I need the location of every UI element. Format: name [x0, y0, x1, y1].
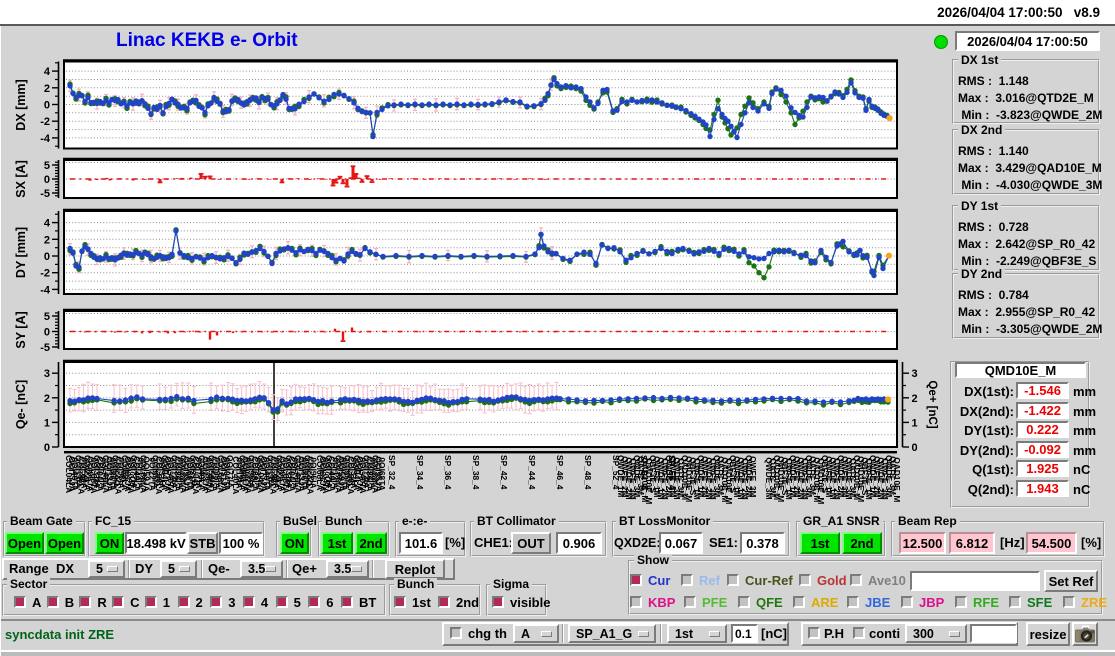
- svg-text:SP_32_4: SP_32_4: [387, 455, 397, 490]
- svg-text:QAD10E_M: QAD10E_M: [892, 457, 902, 502]
- svg-text:5: 5: [44, 160, 50, 172]
- svg-text:SP_38_4: SP_38_4: [471, 455, 481, 490]
- svg-text:0: 0: [44, 174, 50, 186]
- svg-text:-4: -4: [40, 284, 51, 296]
- svg-text:SY [A]: SY [A]: [14, 311, 28, 348]
- svg-text:QWFE_3M: QWFE_3M: [748, 456, 758, 497]
- svg-text:SP_48_4: SP_48_4: [583, 455, 593, 490]
- svg-text:SX [A]: SX [A]: [14, 160, 28, 198]
- svg-text:SP_34_4: SP_34_4: [415, 455, 425, 490]
- svg-text:1: 1: [912, 417, 918, 429]
- svg-text:SP_44_4: SP_44_4: [527, 455, 537, 490]
- svg-text:DY [mm]: DY [mm]: [14, 227, 28, 278]
- svg-text:1: 1: [44, 417, 50, 429]
- svg-text:-5: -5: [40, 188, 50, 200]
- svg-text:-2: -2: [40, 268, 50, 280]
- svg-text:0: 0: [912, 442, 918, 454]
- svg-text:DX [mm]: DX [mm]: [14, 79, 28, 130]
- svg-text:0: 0: [44, 442, 50, 454]
- svg-text:2: 2: [44, 234, 50, 246]
- svg-text:-4: -4: [40, 133, 51, 145]
- svg-text:3: 3: [912, 368, 918, 380]
- svg-text:4: 4: [44, 66, 51, 78]
- svg-text:3: 3: [44, 368, 50, 380]
- svg-text:Qe- [nC]: Qe- [nC]: [14, 380, 28, 429]
- svg-text:SP_46_4: SP_46_4: [555, 455, 565, 490]
- svg-text:2: 2: [912, 393, 918, 405]
- svg-text:SP_42_4: SP_42_4: [499, 455, 509, 490]
- svg-text:Qe+ [nC]: Qe+ [nC]: [926, 380, 938, 428]
- svg-text:5: 5: [44, 311, 50, 323]
- svg-text:4: 4: [44, 218, 51, 230]
- svg-text:2: 2: [44, 393, 50, 405]
- svg-text:0: 0: [44, 100, 50, 112]
- svg-text:2: 2: [44, 83, 50, 95]
- svg-text:-5: -5: [40, 342, 50, 354]
- svg-text:SP_36_4: SP_36_4: [443, 455, 453, 490]
- svg-text:-2: -2: [40, 116, 50, 128]
- svg-text:0: 0: [44, 251, 50, 263]
- svg-text:0: 0: [44, 327, 50, 339]
- svg-text:0OI68TA: 0OI68TA: [377, 457, 387, 490]
